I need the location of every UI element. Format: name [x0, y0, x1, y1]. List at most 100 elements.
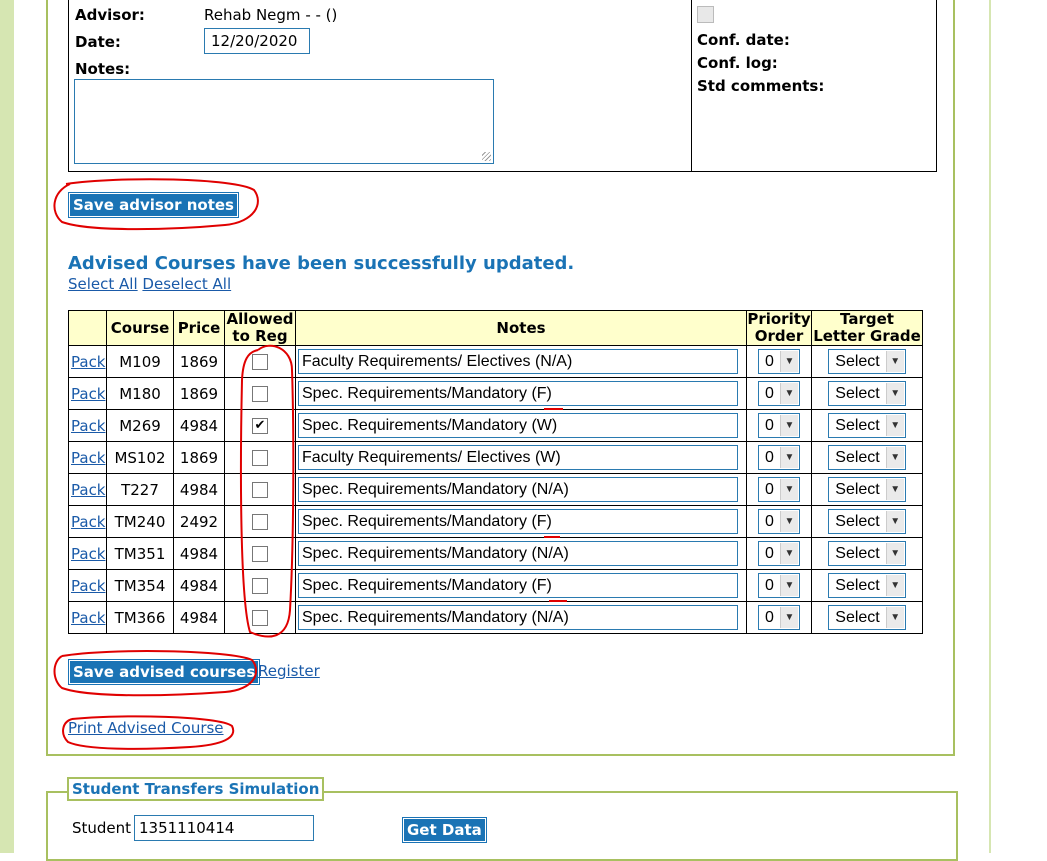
register-link[interactable]: Register: [258, 662, 320, 680]
advisor-label: Advisor:: [75, 6, 145, 24]
target-cell: Select ▼: [811, 473, 923, 506]
notes-cell: Faculty Requirements/ Electives (W): [295, 441, 747, 474]
allowed-cell: [224, 505, 296, 538]
chevron-down-icon[interactable]: ▼: [779, 511, 798, 532]
table-header-row: Course Price Allowed to Reg Notes Priori…: [68, 310, 923, 346]
target-grade-select[interactable]: Select ▼: [828, 605, 906, 630]
course-code: M109: [106, 345, 174, 378]
notes-cell: Spec. Requirements/Mandatory (W): [295, 409, 747, 442]
priority-value: 0: [765, 480, 774, 498]
allowed-to-reg-checkbox[interactable]: [252, 514, 268, 530]
allowed-cell: [224, 569, 296, 602]
course-notes-field[interactable]: Spec. Requirements/Mandatory (F): [298, 509, 738, 534]
student-id-input[interactable]: [134, 815, 314, 841]
pack-link[interactable]: Pack: [71, 577, 106, 595]
course-notes-field[interactable]: Spec. Requirements/Mandatory (N/A): [298, 541, 738, 566]
allowed-to-reg-checkbox[interactable]: ✔: [252, 418, 268, 434]
priority-order-select[interactable]: 0 ▼: [758, 413, 800, 438]
select-all-link[interactable]: Select All: [68, 275, 138, 293]
date-field[interactable]: [204, 28, 310, 54]
pack-link[interactable]: Pack: [71, 385, 106, 403]
chevron-down-icon[interactable]: ▼: [885, 351, 904, 372]
chevron-down-icon[interactable]: ▼: [779, 351, 798, 372]
course-notes-field[interactable]: Faculty Requirements/ Electives (N/A): [298, 349, 738, 374]
advisor-notes-textarea[interactable]: [74, 79, 494, 164]
priority-order-select[interactable]: 0 ▼: [758, 477, 800, 502]
course-price: 4984: [173, 537, 225, 570]
price-column-header: Price: [173, 310, 225, 346]
save-advised-courses-button[interactable]: Save advised courses: [67, 659, 261, 685]
target-cell: Select ▼: [811, 345, 923, 378]
target-value: Select: [835, 544, 880, 562]
pack-link[interactable]: Pack: [71, 545, 106, 563]
chevron-down-icon[interactable]: ▼: [779, 415, 798, 436]
course-notes-field[interactable]: Spec. Requirements/Mandatory (N/A): [298, 477, 738, 502]
priority-order-select[interactable]: 0 ▼: [758, 541, 800, 566]
course-notes-field[interactable]: Spec. Requirements/Mandatory (W): [298, 413, 738, 438]
chevron-down-icon[interactable]: ▼: [885, 543, 904, 564]
target-grade-select[interactable]: Select ▼: [828, 509, 906, 534]
chevron-down-icon[interactable]: ▼: [779, 383, 798, 404]
course-notes-field[interactable]: Spec. Requirements/Mandatory (F): [298, 573, 738, 598]
chevron-down-icon[interactable]: ▼: [779, 447, 798, 468]
chevron-down-icon[interactable]: ▼: [885, 447, 904, 468]
allowed-to-reg-checkbox[interactable]: [252, 578, 268, 594]
target-grade-select[interactable]: Select ▼: [828, 541, 906, 566]
priority-order-select[interactable]: 0 ▼: [758, 349, 800, 374]
priority-cell: 0 ▼: [746, 537, 812, 570]
chevron-down-icon[interactable]: ▼: [779, 543, 798, 564]
course-notes-field[interactable]: Spec. Requirements/Mandatory (N/A): [298, 605, 738, 630]
pack-cell: Pack: [68, 569, 107, 602]
target-grade-select[interactable]: Select ▼: [828, 349, 906, 374]
chevron-down-icon[interactable]: ▼: [779, 575, 798, 596]
allowed-to-reg-checkbox[interactable]: [252, 354, 268, 370]
resize-grip-icon[interactable]: [482, 152, 491, 161]
target-grade-select[interactable]: Select ▼: [828, 573, 906, 598]
priority-order-select[interactable]: 0 ▼: [758, 445, 800, 470]
pack-link[interactable]: Pack: [71, 513, 106, 531]
confirmation-checkbox[interactable]: [697, 6, 714, 23]
deselect-all-link[interactable]: Deselect All: [142, 275, 231, 293]
target-grade-select[interactable]: Select ▼: [828, 445, 906, 470]
chevron-down-icon[interactable]: ▼: [779, 479, 798, 500]
allowed-to-reg-checkbox[interactable]: [252, 546, 268, 562]
chevron-down-icon[interactable]: ▼: [885, 383, 904, 404]
target-grade-select[interactable]: Select ▼: [828, 477, 906, 502]
allowed-to-reg-checkbox[interactable]: [252, 482, 268, 498]
chevron-down-icon[interactable]: ▼: [885, 479, 904, 500]
course-notes-field[interactable]: Faculty Requirements/ Electives (W): [298, 445, 738, 470]
priority-value: 0: [765, 448, 774, 466]
pack-link[interactable]: Pack: [71, 353, 106, 371]
target-grade-select[interactable]: Select ▼: [828, 413, 906, 438]
allowed-to-reg-checkbox[interactable]: [252, 450, 268, 466]
chevron-down-icon[interactable]: ▼: [779, 607, 798, 628]
chevron-down-icon[interactable]: ▼: [885, 607, 904, 628]
chevron-down-icon[interactable]: ▼: [885, 575, 904, 596]
allowed-to-reg-checkbox[interactable]: [252, 610, 268, 626]
target-cell: Select ▼: [811, 505, 923, 538]
priority-value: 0: [765, 544, 774, 562]
priority-order-select[interactable]: 0 ▼: [758, 605, 800, 630]
pack-link[interactable]: Pack: [71, 417, 106, 435]
conf-log-label: Conf. log:: [697, 54, 778, 72]
priority-column-header: Priority Order: [746, 310, 812, 346]
pack-link[interactable]: Pack: [71, 481, 106, 499]
allowed-to-reg-checkbox[interactable]: [252, 386, 268, 402]
priority-order-select[interactable]: 0 ▼: [758, 381, 800, 406]
chevron-down-icon[interactable]: ▼: [885, 511, 904, 532]
course-notes-field[interactable]: Spec. Requirements/Mandatory (F): [298, 381, 738, 406]
save-advisor-notes-button[interactable]: Save advisor notes: [68, 192, 239, 218]
pack-link[interactable]: Pack: [71, 609, 106, 627]
target-cell: Select ▼: [811, 441, 923, 474]
course-price: 4984: [173, 569, 225, 602]
notes-cell: Spec. Requirements/Mandatory (N/A): [295, 473, 747, 506]
priority-order-select[interactable]: 0 ▼: [758, 509, 800, 534]
get-data-button[interactable]: Get Data: [402, 817, 487, 843]
allowed-cell: [224, 537, 296, 570]
target-grade-select[interactable]: Select ▼: [828, 381, 906, 406]
target-value: Select: [835, 576, 880, 594]
chevron-down-icon[interactable]: ▼: [885, 415, 904, 436]
priority-order-select[interactable]: 0 ▼: [758, 573, 800, 598]
print-advised-course-link[interactable]: Print Advised Course: [68, 719, 224, 737]
pack-link[interactable]: Pack: [71, 449, 106, 467]
